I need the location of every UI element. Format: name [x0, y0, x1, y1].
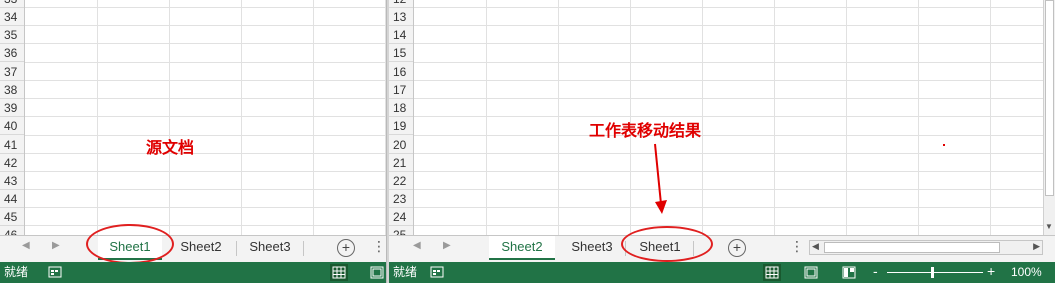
sheet-tab-bar: ◀ ▶ Sheet1 Sheet2 Sheet3 + ⋮ — [0, 235, 386, 262]
row-header[interactable]: 43 — [0, 172, 24, 190]
zoom-level[interactable]: 100% — [1011, 262, 1042, 283]
row-header[interactable]: 35 — [0, 26, 24, 44]
row-header[interactable]: 18 — [389, 99, 413, 117]
row-header[interactable]: 24 — [389, 208, 413, 226]
row-header[interactable]: 20 — [389, 136, 413, 154]
highlight-ellipse — [86, 224, 174, 264]
scrollbar-thumb[interactable] — [1045, 0, 1054, 196]
zoom-out-button[interactable]: - — [873, 261, 878, 282]
worksheet-grid[interactable]: 12 13 14 15 16 17 18 19 20 21 22 23 24 2… — [389, 0, 1055, 235]
scroll-right-icon[interactable]: ▶ — [443, 240, 451, 251]
row-header[interactable]: 37 — [0, 63, 24, 81]
source-document-annotation: 源文档 — [146, 138, 195, 157]
row-header[interactable]: 17 — [389, 81, 413, 99]
tab-sheet3[interactable]: Sheet3 — [240, 236, 300, 260]
macro-record-icon[interactable] — [48, 265, 62, 279]
row-header[interactable]: 44 — [0, 190, 24, 208]
tab-sheet2[interactable]: Sheet2 — [489, 236, 555, 260]
row-header[interactable]: 19 — [389, 117, 413, 135]
row-header[interactable]: 22 — [389, 172, 413, 190]
vertical-scrollbar[interactable]: ▼ — [1043, 0, 1055, 235]
highlight-ellipse — [621, 226, 713, 262]
normal-view-icon[interactable] — [330, 264, 348, 281]
red-dot-mark — [943, 144, 945, 146]
macro-record-icon[interactable] — [430, 265, 444, 279]
worksheet-grid[interactable]: 33 34 35 36 37 38 39 40 41 42 43 44 45 4… — [0, 0, 386, 235]
row-header[interactable]: 46 — [0, 226, 24, 235]
row-header[interactable]: 23 — [389, 190, 413, 208]
scroll-left-icon[interactable]: ◀ — [413, 240, 421, 251]
status-ready-text: 就绪 — [393, 265, 418, 279]
right-workbook-window: 12 13 14 15 16 17 18 19 20 21 22 23 24 2… — [389, 0, 1055, 283]
row-header[interactable]: 25 — [389, 226, 413, 235]
zoom-slider-thumb[interactable] — [931, 267, 934, 278]
sheet-tab-bar: ◀ ▶ Sheet2 Sheet3 Sheet1 + ⋮ ◀ ▶ — [389, 235, 1055, 262]
zoom-slider-track[interactable] — [887, 272, 983, 273]
status-bar: 就绪 — [0, 262, 386, 283]
row-header[interactable]: 16 — [389, 63, 413, 81]
normal-view-icon[interactable] — [763, 264, 781, 281]
zoom-in-button[interactable]: + — [987, 261, 995, 282]
row-header[interactable]: 45 — [0, 208, 24, 226]
row-header[interactable]: 33 — [0, 0, 24, 8]
row-header[interactable]: 40 — [0, 117, 24, 135]
row-header[interactable]: 34 — [0, 8, 24, 26]
page-layout-icon[interactable] — [368, 264, 386, 281]
row-header[interactable]: 36 — [0, 44, 24, 62]
row-header[interactable]: 14 — [389, 26, 413, 44]
row-header[interactable]: 38 — [0, 81, 24, 99]
tab-sheet3[interactable]: Sheet3 — [561, 236, 623, 260]
status-ready-text: 就绪 — [4, 265, 29, 279]
row-header[interactable]: 21 — [389, 154, 413, 172]
page-layout-icon[interactable] — [802, 264, 820, 281]
row-header[interactable]: 13 — [389, 8, 413, 26]
horizontal-scrollbar[interactable]: ◀ ▶ — [809, 240, 1043, 255]
row-header[interactable]: 39 — [0, 99, 24, 117]
move-result-annotation: 工作表移动结果 — [589, 121, 702, 140]
status-bar: 就绪 - + 100% — [389, 262, 1055, 283]
scroll-down-icon[interactable]: ▼ — [1045, 222, 1053, 231]
page-break-icon[interactable] — [840, 264, 858, 281]
more-options-icon[interactable]: ⋮ — [790, 238, 804, 255]
add-sheet-icon[interactable]: + — [728, 239, 746, 257]
add-sheet-icon[interactable]: + — [337, 239, 355, 257]
row-header[interactable]: 41 — [0, 136, 24, 154]
arrow-down-icon — [654, 143, 667, 214]
row-header[interactable]: 12 — [389, 0, 413, 8]
scrollbar-thumb[interactable] — [824, 242, 1000, 253]
scroll-left-icon[interactable]: ◀ — [812, 241, 819, 252]
scroll-left-icon[interactable]: ◀ — [22, 240, 30, 251]
left-workbook-window: 33 34 35 36 37 38 39 40 41 42 43 44 45 4… — [0, 0, 386, 283]
tab-sheet2[interactable]: Sheet2 — [170, 236, 232, 260]
scroll-right-icon[interactable]: ▶ — [1033, 241, 1040, 252]
row-header[interactable]: 42 — [0, 154, 24, 172]
row-header[interactable]: 15 — [389, 44, 413, 62]
scroll-right-icon[interactable]: ▶ — [52, 240, 60, 251]
more-options-icon[interactable]: ⋮ — [372, 238, 386, 255]
